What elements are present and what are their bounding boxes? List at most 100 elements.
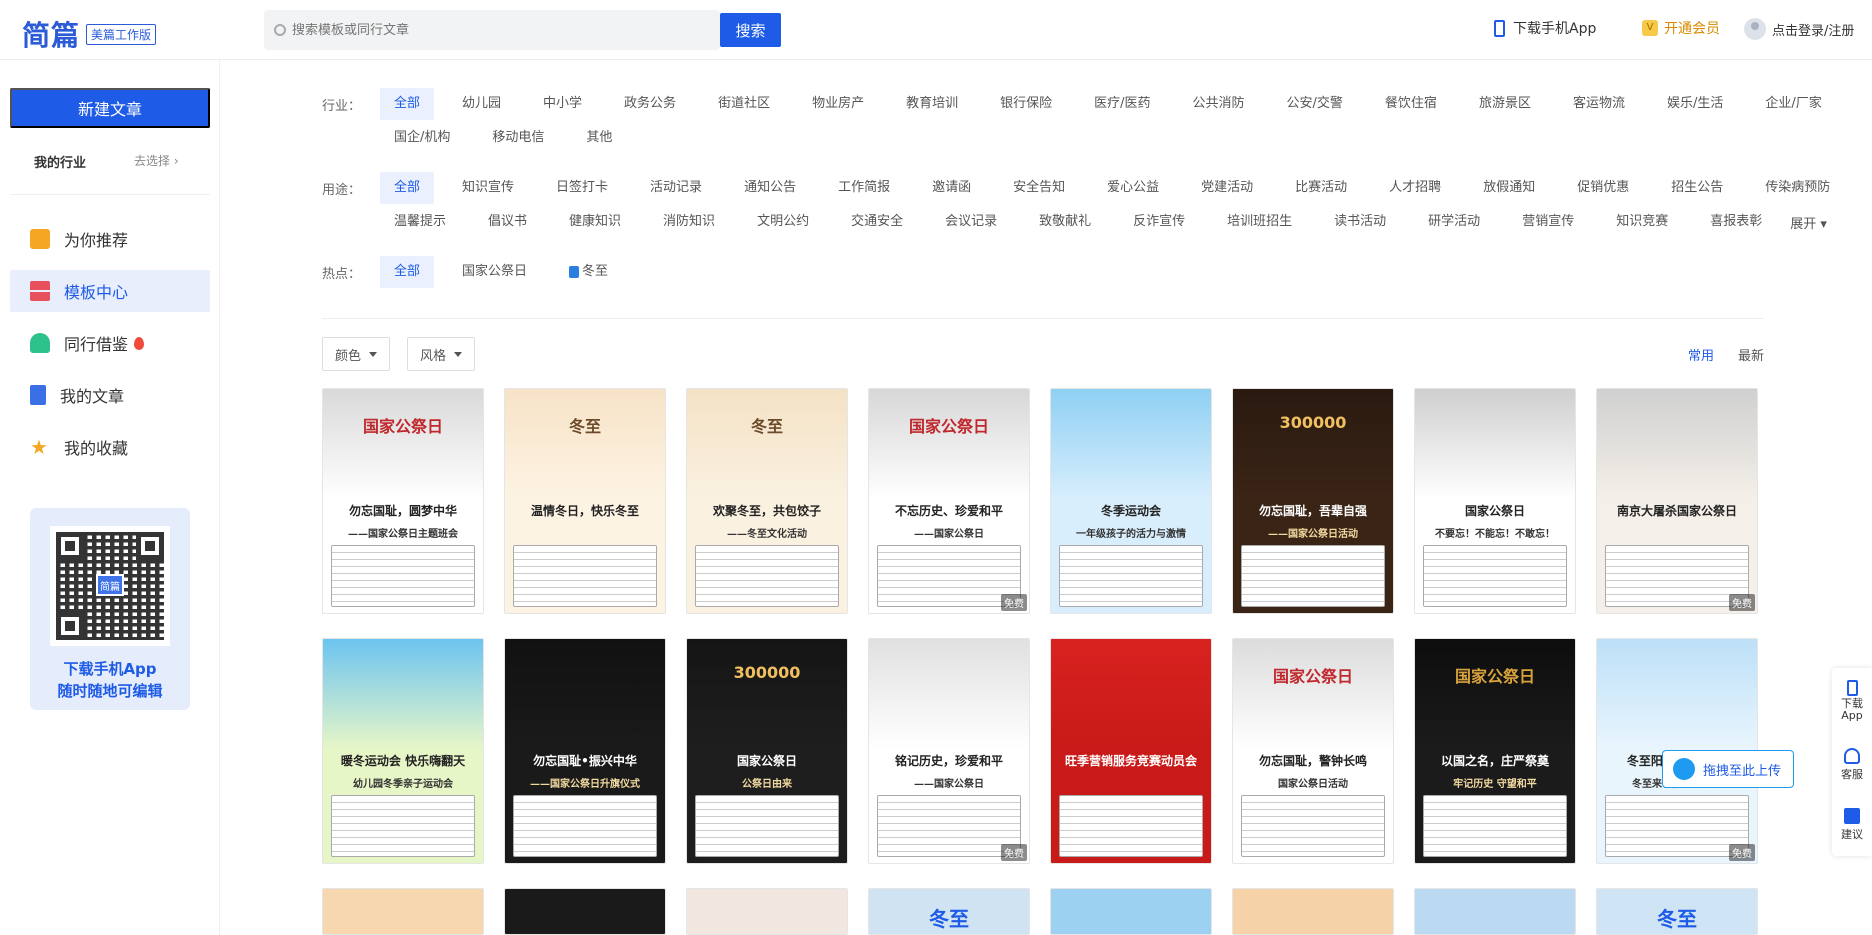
new-article-button[interactable]: 新建文章 [10, 88, 210, 128]
logo[interactable]: 简篇 美篇工作版 [22, 14, 157, 54]
sidebar-item-recommend[interactable]: 为你推荐 [10, 218, 210, 260]
template-card[interactable]: 国家公祭日 勿忘国耻，警钟长鸣 国家公祭日活动 [1232, 638, 1394, 864]
usage-tag[interactable]: 温馨提示 [380, 206, 460, 238]
vip-link[interactable]: V 开通会员 [1642, 18, 1720, 38]
industry-tag[interactable]: 物业房产 [798, 88, 878, 120]
template-card[interactable]: 冬至 [868, 888, 1030, 935]
industry-tag[interactable]: 旅游景区 [1465, 88, 1545, 120]
color-dropdown[interactable]: 颜色 [322, 337, 391, 371]
usage-tag[interactable]: 安全告知 [999, 172, 1079, 204]
industry-tag[interactable]: 银行保险 [986, 88, 1066, 120]
sidebar-item-templates[interactable]: 模板中心 [10, 270, 210, 312]
drag-upload-button[interactable]: 拖拽至此上传 [1662, 750, 1794, 788]
usage-tag[interactable]: 致敬献礼 [1025, 206, 1105, 238]
usage-tag[interactable]: 传染病预防 [1751, 172, 1844, 204]
usage-tag[interactable]: 研学活动 [1414, 206, 1494, 238]
template-card[interactable]: 冬季运动会 一年级孩子的活力与激情 [1050, 388, 1212, 614]
search-input[interactable] [292, 22, 692, 38]
hot-tag[interactable]: 国家公祭日 [448, 256, 541, 288]
industry-tag[interactable]: 公安/交警 [1273, 88, 1357, 120]
usage-tag[interactable]: 反诈宣传 [1119, 206, 1199, 238]
usage-tag[interactable]: 通知公告 [730, 172, 810, 204]
usage-tag[interactable]: 读书活动 [1320, 206, 1400, 238]
industry-tag[interactable]: 公共消防 [1179, 88, 1259, 120]
industry-tag[interactable]: 国企/机构 [380, 122, 464, 154]
float-suggest[interactable]: 建议 [1832, 808, 1872, 842]
template-card[interactable] [504, 888, 666, 935]
template-card[interactable]: 暖冬运动会 快乐嗨翻天 幼儿园冬季亲子运动会 [322, 638, 484, 864]
template-card[interactable]: 南京大屠杀国家公祭日 免费 [1596, 388, 1758, 614]
industry-tag[interactable]: 娱乐/生活 [1653, 88, 1737, 120]
template-card[interactable]: 国家公祭日 以国之名，庄严祭奠 牢记历史 守望和平 [1414, 638, 1576, 864]
search-box[interactable] [264, 10, 720, 50]
industry-tag[interactable]: 企业/厂家 [1751, 88, 1835, 120]
usage-tag[interactable]: 比赛活动 [1281, 172, 1361, 204]
template-card[interactable]: 300000 国家公祭日 公祭日由来 [686, 638, 848, 864]
usage-tag[interactable]: 党建活动 [1187, 172, 1267, 204]
industry-tag[interactable]: 教育培训 [892, 88, 972, 120]
template-card[interactable]: 国家公祭日 勿忘国耻，圆梦中华 ——国家公祭日主题班会 [322, 388, 484, 614]
usage-tag[interactable]: 活动记录 [636, 172, 716, 204]
template-card[interactable]: 勿忘国耻•振兴中华 ——国家公祭日升旗仪式 [504, 638, 666, 864]
usage-tag[interactable]: 促销优惠 [1563, 172, 1643, 204]
usage-tag[interactable]: 日签打卡 [542, 172, 622, 204]
template-card[interactable]: 旺季营销服务竞赛动员会 [1050, 638, 1212, 864]
industry-tag[interactable]: 餐饮住宿 [1371, 88, 1451, 120]
template-card[interactable] [322, 888, 484, 935]
search-button[interactable]: 搜索 [720, 13, 781, 47]
style-dropdown[interactable]: 风格 [407, 337, 476, 371]
industry-tag[interactable]: 中小学 [529, 88, 596, 120]
usage-tag[interactable]: 放假通知 [1469, 172, 1549, 204]
usage-tag[interactable]: 会议记录 [931, 206, 1011, 238]
industry-tag[interactable]: 街道社区 [704, 88, 784, 120]
template-card[interactable]: 冬至 温情冬日，快乐冬至 [504, 388, 666, 614]
download-app-link[interactable]: 下载手机App [1494, 18, 1596, 38]
expand-button[interactable]: 展开 ▾ [1790, 213, 1827, 232]
usage-tag[interactable]: 喜报表彰 [1696, 206, 1776, 238]
float-service[interactable]: 客服 [1832, 748, 1872, 782]
template-card[interactable]: 300000 勿忘国耻，吾辈自强 ——国家公祭日活动 [1232, 388, 1394, 614]
industry-tag[interactable]: 全部 [380, 88, 435, 120]
industry-tag[interactable]: 医疗/医药 [1080, 88, 1164, 120]
industry-tag[interactable]: 移动电信 [478, 122, 558, 154]
usage-tag[interactable]: 全部 [380, 172, 435, 204]
choose-industry-link[interactable]: 去选择 › [134, 152, 179, 169]
usage-tag[interactable]: 文明公约 [743, 206, 823, 238]
hot-tag[interactable]: 全部 [380, 256, 435, 288]
usage-tag[interactable]: 人才招聘 [1375, 172, 1455, 204]
usage-tag[interactable]: 倡议书 [474, 206, 541, 238]
usage-tag[interactable]: 消防知识 [649, 206, 729, 238]
usage-tag[interactable]: 招生公告 [1657, 172, 1737, 204]
usage-tag[interactable]: 交通安全 [837, 206, 917, 238]
sort-newest[interactable]: 最新 [1738, 345, 1764, 364]
template-card[interactable]: 国家公祭日 不忘历史、珍爱和平 ——国家公祭日 免费 [868, 388, 1030, 614]
usage-tag[interactable]: 健康知识 [555, 206, 635, 238]
industry-tag[interactable]: 政务公务 [610, 88, 690, 120]
template-card[interactable] [1050, 888, 1212, 935]
login-link[interactable]: 点击登录/注册 [1744, 18, 1854, 40]
sort-common[interactable]: 常用 [1688, 345, 1714, 364]
template-card[interactable] [1232, 888, 1394, 935]
hot-tag[interactable]: 冬至 [555, 256, 622, 288]
usage-tag[interactable]: 工作简报 [824, 172, 904, 204]
sidebar-item-peers[interactable]: 同行借鉴 [10, 322, 210, 364]
template-card[interactable]: 冬至 欢聚冬至，共包饺子 ——冬至文化活动 [686, 388, 848, 614]
usage-tag[interactable]: 营销宣传 [1508, 206, 1588, 238]
usage-tag[interactable]: 知识竞赛 [1602, 206, 1682, 238]
template-card[interactable]: 铭记历史，珍爱和平 ——国家公祭日 免费 [868, 638, 1030, 864]
sidebar-item-favorites[interactable]: ★ 我的收藏 [10, 426, 210, 468]
download-app-card[interactable]: 简篇 下载手机App 随时随地可编辑 [30, 508, 190, 710]
template-card[interactable] [1414, 888, 1576, 935]
industry-tag[interactable]: 幼儿园 [448, 88, 515, 120]
usage-tag[interactable]: 爱心公益 [1093, 172, 1173, 204]
usage-tag[interactable]: 知识宣传 [448, 172, 528, 204]
template-card[interactable]: 冬至 [1596, 888, 1758, 935]
float-download-app[interactable]: 下载App [1832, 680, 1872, 722]
usage-tag[interactable]: 邀请函 [918, 172, 985, 204]
industry-tag[interactable]: 其他 [572, 122, 626, 154]
template-card[interactable]: 国家公祭日 不要忘！不能忘！不敢忘！ [1414, 388, 1576, 614]
sidebar-item-my-articles[interactable]: 我的文章 [10, 374, 210, 416]
usage-tag[interactable]: 培训班招生 [1213, 206, 1306, 238]
industry-tag[interactable]: 客运物流 [1559, 88, 1639, 120]
template-card[interactable] [686, 888, 848, 935]
